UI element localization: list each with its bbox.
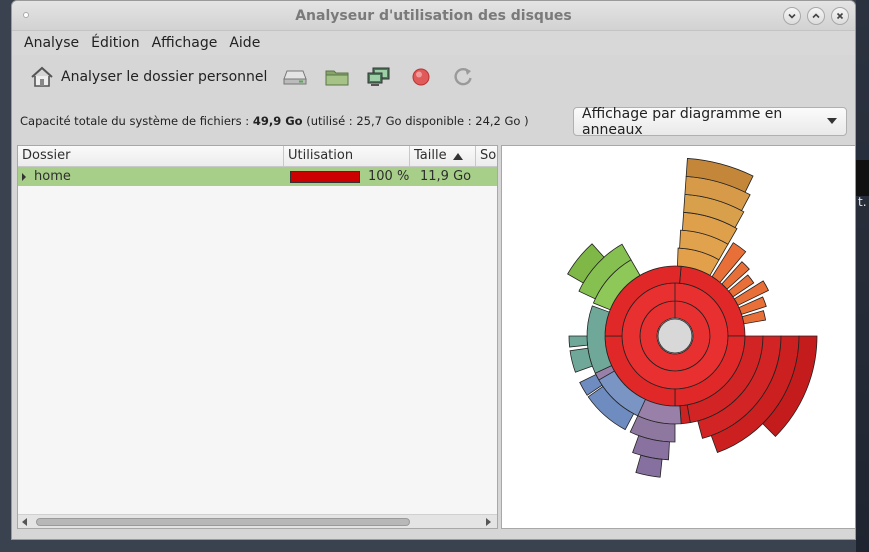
- main-panes: Dossier Utilisation Taille So home 100 %…: [17, 145, 855, 529]
- view-mode-value: Affichage par diagramme en anneaux: [582, 105, 783, 138]
- capacity-total: 49,9 Go: [252, 114, 303, 128]
- ring-segment[interactable]: [635, 454, 663, 478]
- row-usage-percent: 100 %: [368, 169, 410, 184]
- expander-icon[interactable]: [22, 172, 26, 181]
- row-folder-name: home: [34, 169, 71, 184]
- scan-filesystem-button[interactable]: [277, 61, 313, 93]
- stop-icon: [407, 63, 435, 91]
- desktop-background: t.: [856, 0, 869, 552]
- capacity-prefix: Capacité totale du système de fichiers :: [20, 114, 253, 128]
- network-icon: [365, 63, 393, 91]
- sort-ascending-icon: [453, 153, 463, 160]
- ring-chart[interactable]: [502, 146, 855, 528]
- column-header-size[interactable]: Taille: [410, 146, 476, 166]
- menu-bar: Analyse Édition Affichage Aide: [12, 31, 855, 55]
- menu-affichage[interactable]: Affichage: [146, 35, 224, 51]
- chevron-up-icon: [812, 13, 820, 19]
- column-header-folder[interactable]: Dossier: [18, 146, 284, 166]
- scan-folder-button[interactable]: [319, 61, 355, 93]
- home-icon: [28, 63, 56, 91]
- row-size: 11,9 Go: [420, 169, 472, 184]
- menu-aide[interactable]: Aide: [223, 35, 266, 51]
- ring-center[interactable]: [657, 318, 693, 354]
- view-mode-dropdown[interactable]: Affichage par diagramme en anneaux: [573, 105, 847, 138]
- toolbar: Analyser le dossier personnel: [12, 55, 855, 99]
- minimize-button[interactable]: [783, 7, 801, 25]
- folder-icon: [323, 63, 351, 91]
- refresh-button[interactable]: [445, 61, 481, 93]
- title-bar[interactable]: Analyseur d'utilisation des disques: [12, 1, 855, 31]
- scan-home-label: Analyser le dossier personnel: [61, 69, 268, 85]
- scrollbar-thumb[interactable]: [36, 518, 410, 526]
- chevron-down-icon: [788, 13, 796, 19]
- close-icon: [836, 12, 844, 20]
- usage-bar: [290, 170, 360, 183]
- maximize-button[interactable]: [807, 7, 825, 25]
- info-bar: Capacité totale du système de fichiers :…: [12, 99, 855, 145]
- filesystem-capacity: Capacité totale du système de fichiers :…: [20, 114, 529, 128]
- usage-bar-fill: [291, 171, 359, 182]
- table-row[interactable]: home 100 % 11,9 Go: [18, 167, 497, 186]
- column-header-contents[interactable]: So: [476, 146, 497, 166]
- background-window-fragment: [856, 160, 869, 196]
- chevron-down-icon: [827, 118, 837, 124]
- scroll-right-icon[interactable]: [486, 518, 491, 526]
- row-usage-cell: 100 %: [284, 169, 410, 184]
- capacity-detail: (utilisé : 25,7 Go disponible : 24,2 Go …: [302, 114, 529, 128]
- column-header-usage[interactable]: Utilisation: [284, 146, 410, 166]
- scan-remote-button[interactable]: [361, 61, 397, 93]
- scan-home-button[interactable]: Analyser le dossier personnel: [24, 61, 271, 93]
- stop-button[interactable]: [403, 61, 439, 93]
- scroll-left-icon[interactable]: [22, 518, 27, 526]
- ring-chart-pane[interactable]: [501, 145, 855, 529]
- disk-usage-window: Analyseur d'utilisation des disques Anal…: [11, 0, 856, 540]
- ring-segment[interactable]: [568, 335, 588, 348]
- drive-icon: [281, 63, 309, 91]
- folder-tree[interactable]: Dossier Utilisation Taille So home 100 %…: [17, 145, 498, 529]
- menu-analyse[interactable]: Analyse: [18, 35, 85, 51]
- row-folder-cell: home: [18, 169, 284, 184]
- menu-edition[interactable]: Édition: [85, 35, 145, 51]
- close-button[interactable]: [831, 7, 849, 25]
- column-header-size-label: Taille: [414, 148, 447, 163]
- refresh-icon: [449, 63, 477, 91]
- background-text-fragment: t.: [858, 195, 867, 209]
- horizontal-scrollbar[interactable]: [18, 514, 497, 528]
- table-header: Dossier Utilisation Taille So: [18, 146, 497, 167]
- window-title: Analyseur d'utilisation des disques: [295, 8, 572, 24]
